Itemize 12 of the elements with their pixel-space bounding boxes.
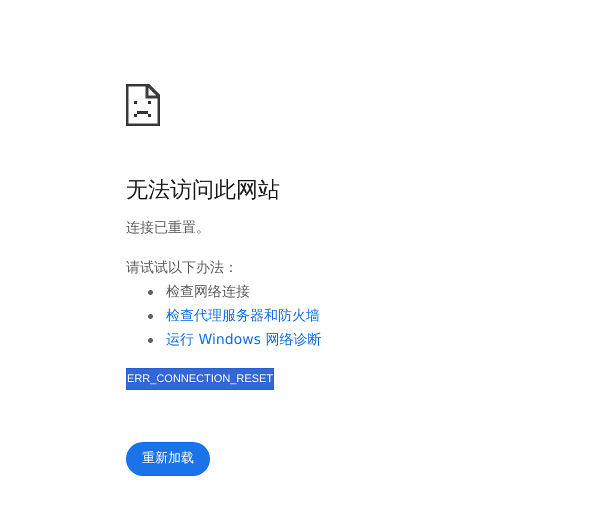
bullet-icon [148,290,153,294]
broken-page-icon [126,84,160,126]
error-heading: 无法访问此网站 [126,177,280,205]
error-code: ERR_CONNECTION_RESET [126,368,274,390]
suggestion-link[interactable]: 检查代理服务器和防火墙 [166,306,320,326]
suggestion-text: 检查网络连接 [166,282,250,302]
bullet-icon [148,314,153,318]
suggestions-intro: 请试试以下办法： [126,259,238,278]
bullet-icon [148,338,153,342]
suggestion-link[interactable]: 运行 Windows 网络诊断 [166,330,322,350]
reload-button[interactable]: 重新加载 [126,442,210,476]
error-message: 连接已重置。 [126,219,210,238]
